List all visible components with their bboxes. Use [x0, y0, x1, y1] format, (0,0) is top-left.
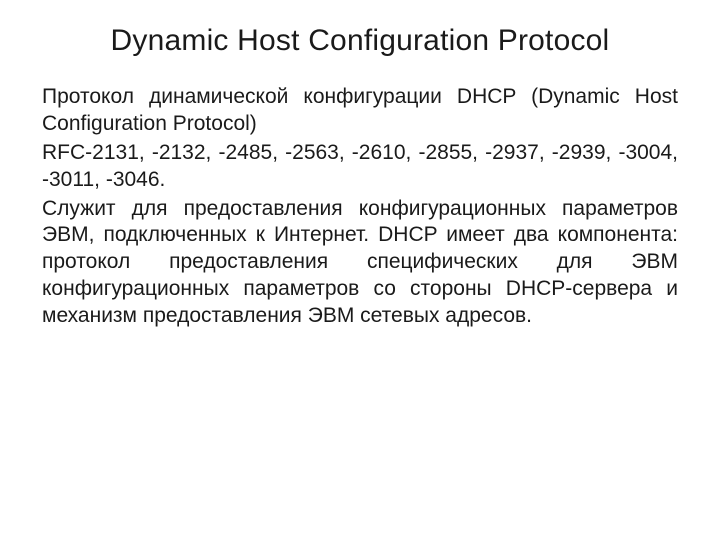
paragraph-rfc: RFC-2131, -2132, -2485, -2563, -2610, -2…: [42, 140, 678, 194]
paragraph-description: Служит для предоставления конфигурационн…: [42, 196, 678, 330]
slide-title: Dynamic Host Configuration Protocol: [42, 24, 678, 58]
paragraph-intro: Протокол динамической конфигурации DHCP …: [42, 84, 678, 138]
slide-body: Протокол динамической конфигурации DHCP …: [42, 84, 678, 330]
